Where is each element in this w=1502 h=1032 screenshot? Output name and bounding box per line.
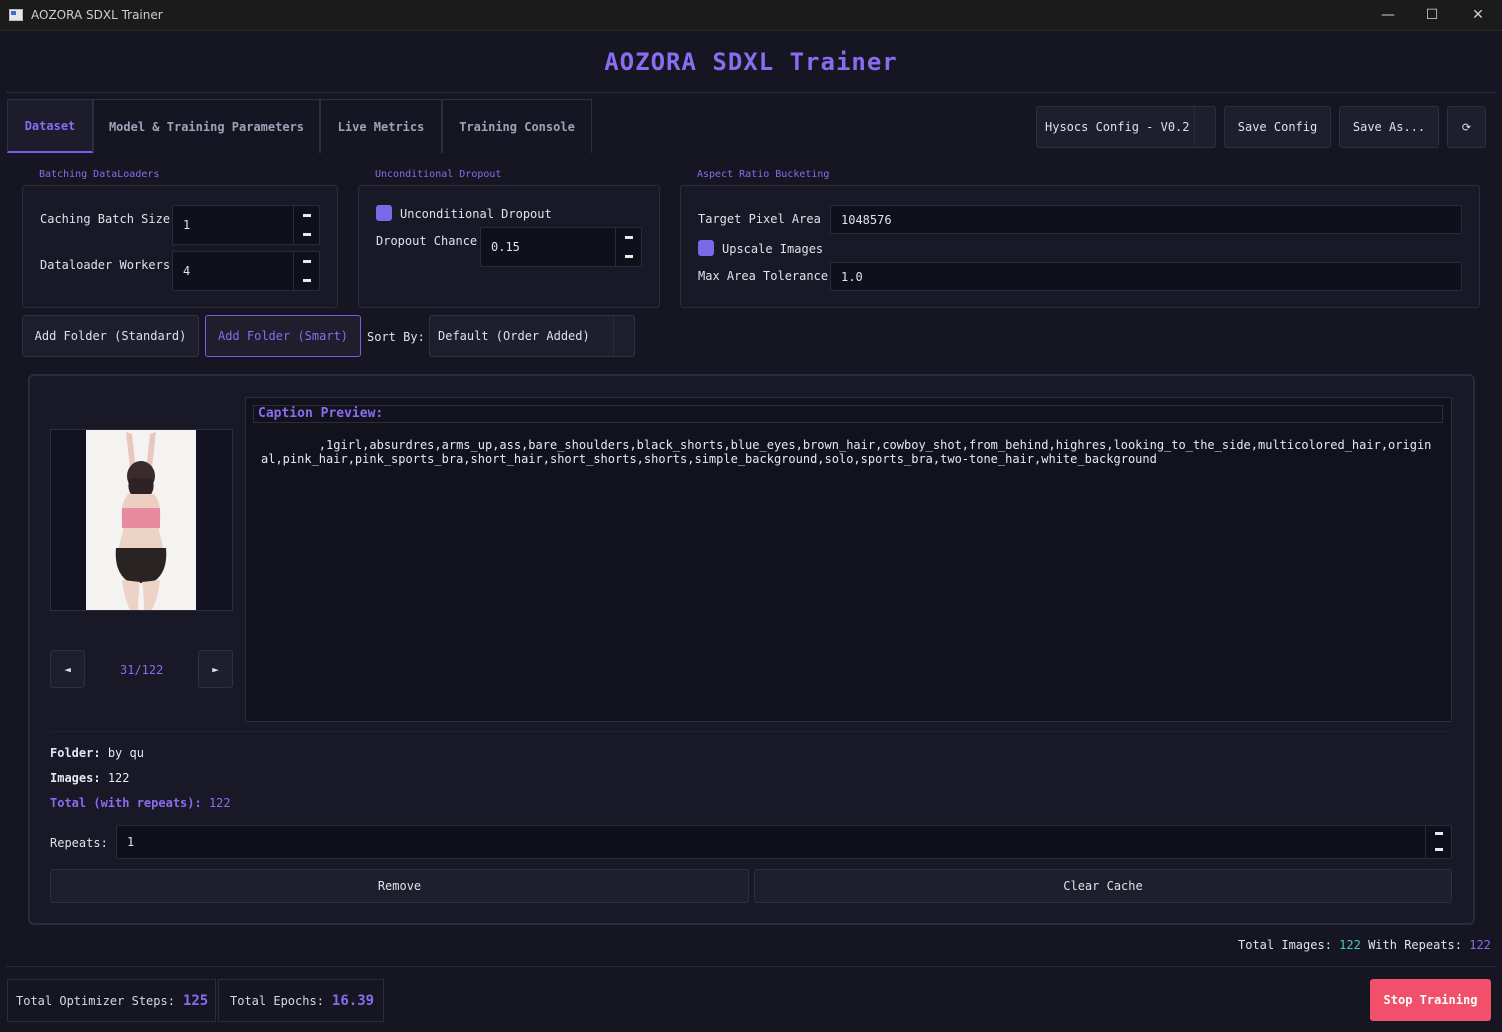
optimizer-steps-box: Total Optimizer Steps: 125	[7, 979, 216, 1022]
add-folder-smart-button[interactable]: Add Folder (Smart)	[205, 315, 361, 357]
remove-folder-button[interactable]: Remove	[50, 869, 749, 903]
max-area-tolerance-input[interactable]: 1.0	[830, 262, 1462, 291]
repeats-value: 1	[127, 835, 135, 849]
target-pixel-area-input[interactable]: 1048576	[830, 205, 1462, 234]
folder-name-value: by qu	[107, 746, 144, 760]
close-icon[interactable]: ✕	[1464, 4, 1492, 26]
total-with-repeats-line: Total (with repeats): 122	[50, 796, 231, 810]
max-area-tolerance-label: Max Area Tolerance	[698, 269, 829, 283]
dataloader-workers-stepper[interactable]	[293, 252, 319, 290]
folder-info-line: Folder: by qu	[50, 746, 144, 760]
config-select[interactable]: Hysocs Config - V0.2	[1036, 106, 1216, 148]
chevron-down-icon	[613, 316, 633, 356]
tab-model-training-parameters[interactable]: Model & Training Parameters	[93, 99, 320, 153]
caching-batch-size-value: 1	[183, 218, 191, 232]
add-folder-standard-button[interactable]: Add Folder (Standard)	[22, 315, 199, 357]
dropout-chance-value: 0.15	[491, 240, 520, 254]
caching-batch-size-label: Caching Batch Size	[40, 212, 171, 226]
sort-by-value: Default (Order Added)	[438, 329, 590, 343]
unconditional-dropout-label: Unconditional Dropout	[400, 207, 552, 221]
sort-by-select[interactable]: Default (Order Added)	[429, 315, 635, 357]
caption-preview-text: ,1girl,absurdres,arms_up,ass,bare_should…	[261, 438, 1432, 466]
total-images-value: 122	[1339, 938, 1361, 952]
clear-cache-button[interactable]: Clear Cache	[754, 869, 1452, 903]
tab-dataset[interactable]: Dataset	[7, 99, 93, 153]
total-epochs-label: Total Epochs:	[230, 993, 324, 1008]
unconditional-dropout-checkbox[interactable]	[376, 205, 392, 221]
save-as-button[interactable]: Save As...	[1339, 106, 1439, 148]
optimizer-steps-value: 125	[182, 992, 209, 1009]
image-counter: 31/122	[120, 663, 164, 677]
stop-training-button[interactable]: Stop Training	[1370, 979, 1491, 1021]
save-config-button[interactable]: Save Config	[1224, 106, 1331, 148]
title-divider	[6, 92, 1496, 93]
window-titlebar: AOZORA SDXL Trainer — ☐ ✕	[0, 0, 1502, 31]
previous-image-button[interactable]: ◄	[50, 650, 85, 688]
total-epochs-value: 16.39	[331, 992, 375, 1009]
preview-figure-illustration	[86, 430, 196, 610]
app-window-icon	[9, 9, 23, 21]
images-count-label: Images:	[50, 771, 101, 785]
target-pixel-area-value: 1048576	[841, 212, 892, 227]
batching-group-title: Batching DataLoaders	[39, 169, 160, 180]
dropout-group-title: Unconditional Dropout	[375, 169, 502, 180]
config-select-value: Hysocs Config - V0.2	[1045, 120, 1190, 134]
upscale-images-checkbox[interactable]	[698, 240, 714, 256]
dataloader-workers-value: 4	[183, 264, 191, 278]
optimizer-steps-label: Total Optimizer Steps:	[16, 993, 175, 1008]
sort-by-label: Sort By:	[367, 330, 425, 344]
folder-name-label: Folder:	[50, 746, 101, 760]
minimize-icon[interactable]: —	[1374, 4, 1402, 26]
maximize-icon[interactable]: ☐	[1418, 4, 1446, 26]
chevron-down-icon	[1194, 107, 1214, 147]
with-repeats-value: 122	[1469, 938, 1491, 952]
total-with-repeats-label: Total (with repeats):	[50, 796, 202, 810]
bucketing-group-title: Aspect Ratio Bucketing	[697, 169, 830, 180]
dataset-totals: Total Images: 122 With Repeats: 122	[1238, 938, 1491, 952]
restore-icon[interactable]: ⟳	[1447, 106, 1486, 148]
panel-separator	[50, 731, 1452, 732]
dataloader-workers-label: Dataloader Workers	[40, 258, 171, 272]
image-preview	[86, 430, 196, 610]
with-repeats-label: With Repeats:	[1368, 938, 1462, 952]
max-area-tolerance-value: 1.0	[841, 269, 863, 284]
app-title: AOZORA SDXL Trainer	[604, 48, 898, 76]
repeats-input[interactable]: 1	[116, 825, 1452, 859]
window-title: AOZORA SDXL Trainer	[31, 8, 163, 22]
images-info-line: Images: 122	[50, 771, 130, 785]
total-epochs-box: Total Epochs: 16.39	[218, 979, 384, 1022]
total-with-repeats-value: 122	[208, 796, 231, 810]
repeats-stepper[interactable]	[1425, 826, 1451, 858]
upscale-images-label: Upscale Images	[722, 242, 824, 256]
dropout-chance-label: Dropout Chance	[376, 234, 478, 248]
status-divider	[6, 966, 1496, 967]
caption-preview-heading: Caption Preview:	[253, 405, 1443, 423]
dropout-chance-stepper[interactable]	[615, 228, 641, 266]
target-pixel-area-label: Target Pixel Area	[698, 212, 821, 226]
tab-live-metrics[interactable]: Live Metrics	[320, 99, 442, 153]
caching-batch-size-stepper[interactable]	[293, 206, 319, 244]
repeats-label: Repeats:	[50, 836, 108, 850]
tab-training-console[interactable]: Training Console	[442, 99, 592, 153]
next-image-button[interactable]: ►	[198, 650, 233, 688]
images-count-value: 122	[107, 771, 130, 785]
total-images-label: Total Images:	[1238, 938, 1332, 952]
